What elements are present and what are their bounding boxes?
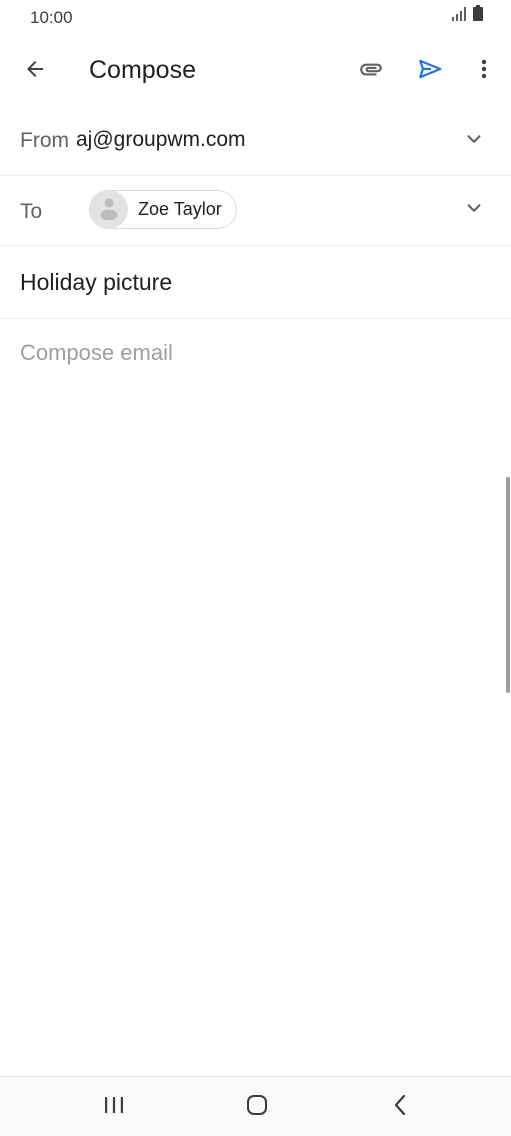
recents-icon: [103, 1095, 125, 1120]
recents-button[interactable]: [90, 1089, 138, 1125]
body-area[interactable]: Compose email: [0, 319, 511, 1076]
compose-body-field[interactable]: Compose email: [20, 340, 173, 366]
avatar: [89, 190, 128, 229]
battery-icon: [473, 5, 483, 26]
from-label: From: [20, 129, 69, 152]
subject-field[interactable]: Holiday picture: [20, 269, 172, 296]
home-icon: [245, 1093, 269, 1122]
paperclip-icon: [358, 56, 384, 87]
app-bar: Compose: [0, 36, 511, 106]
back-button[interactable]: [14, 50, 56, 92]
system-nav-bar: [0, 1076, 511, 1136]
chevron-down-icon: [463, 197, 485, 224]
status-bar: 10:00: [0, 0, 511, 36]
back-arrow-icon: [23, 57, 47, 86]
person-icon: [96, 194, 122, 225]
recipient-name: Zoe Taylor: [138, 199, 222, 219]
to-label: To: [20, 200, 43, 223]
send-icon: [417, 56, 443, 87]
to-expand-button[interactable]: [457, 193, 491, 227]
more-options-button[interactable]: [463, 50, 505, 92]
from-account[interactable]: aj@groupwm.com: [76, 128, 246, 152]
signal-icon: [452, 7, 468, 26]
nav-back-button[interactable]: [376, 1089, 424, 1125]
scrollbar[interactable]: [506, 477, 510, 693]
subject-row[interactable]: Holiday picture: [0, 246, 511, 319]
recipient-chip[interactable]: Zoe Taylor: [89, 190, 237, 229]
send-button[interactable]: [409, 50, 451, 92]
from-row: From aj@groupwm.com: [0, 106, 511, 176]
status-icons: [452, 5, 483, 26]
page-title: Compose: [89, 56, 196, 84]
status-time: 10:00: [30, 8, 73, 27]
more-vert-icon: [472, 57, 496, 86]
attach-button[interactable]: [350, 50, 392, 92]
to-row: To Zoe Taylor: [0, 176, 511, 246]
compose-screen: 10:00 Compose From aj@groupwm.com To Zoe…: [0, 0, 511, 1136]
from-expand-button[interactable]: [457, 124, 491, 158]
nav-back-icon: [390, 1093, 410, 1122]
chevron-down-icon: [463, 128, 485, 155]
home-button[interactable]: [233, 1089, 281, 1125]
